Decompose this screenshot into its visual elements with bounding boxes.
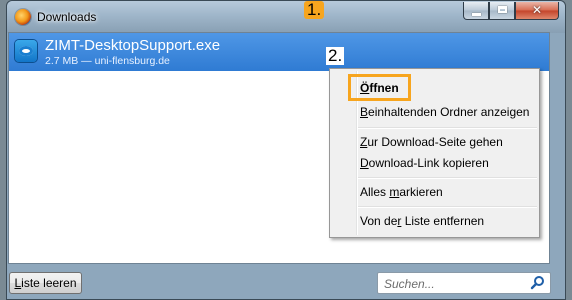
menu-item-copy-link-label: ownload-Link kopieren bbox=[368, 156, 489, 170]
firefox-icon bbox=[15, 9, 31, 25]
menu-item-show-folder-accel: B bbox=[360, 105, 369, 119]
close-button[interactable]: ✕ bbox=[515, 2, 559, 20]
menu-item-show-folder-label: einhaltenden Ordner anzeigen bbox=[368, 105, 530, 119]
maximize-button[interactable] bbox=[489, 2, 515, 20]
menu-separator bbox=[358, 177, 537, 179]
clear-list-button[interactable]: Liste leeren bbox=[9, 272, 82, 294]
menu-item-show-folder[interactable]: Beinhaltenden Ordner anzeigen bbox=[360, 105, 529, 119]
title-bar[interactable]: Downloads ✕ bbox=[7, 1, 565, 33]
download-item[interactable]: ZIMT-DesktopSupport.exe 2.7 MB — uni-fle… bbox=[9, 33, 549, 71]
footer-bar: Liste leeren bbox=[8, 264, 551, 300]
minimize-icon bbox=[472, 13, 481, 16]
download-meta: 2.7 MB — uni-flensburg.de bbox=[45, 55, 170, 67]
menu-item-copy-link[interactable]: Download-Link kopieren bbox=[360, 156, 489, 170]
step-2-annotation: 2. bbox=[326, 46, 345, 65]
menu-item-copy-link-accel: D bbox=[360, 156, 369, 170]
menu-item-remove[interactable]: Von der Liste entfernen bbox=[360, 214, 484, 228]
open-highlight-box bbox=[348, 74, 411, 101]
menu-item-select-all-accel: m bbox=[389, 185, 400, 199]
menu-item-goto-page[interactable]: Zur Download-Seite gehen bbox=[360, 135, 503, 149]
menu-item-remove-prefix: Von de bbox=[360, 214, 398, 228]
caption-buttons: ✕ bbox=[463, 2, 559, 22]
search-icon[interactable] bbox=[530, 275, 546, 291]
step-1-annotation: 1. bbox=[304, 1, 325, 19]
menu-item-select-all-prefix: Alles bbox=[360, 185, 390, 199]
download-file-name: ZIMT-DesktopSupport.exe bbox=[45, 37, 221, 54]
clear-list-label: iste leeren bbox=[21, 276, 77, 290]
menu-item-select-all[interactable]: Alles markieren bbox=[360, 185, 443, 199]
search-input[interactable] bbox=[382, 275, 526, 293]
menu-separator bbox=[358, 206, 537, 208]
close-icon: ✕ bbox=[531, 3, 543, 17]
menu-item-select-all-label: arkieren bbox=[399, 185, 443, 199]
menu-separator bbox=[358, 127, 537, 129]
teamviewer-file-icon bbox=[15, 40, 37, 62]
menu-item-remove-label: Liste entfernen bbox=[401, 214, 485, 228]
window-title: Downloads bbox=[37, 10, 97, 24]
search-box[interactable] bbox=[377, 272, 551, 294]
menu-item-goto-page-label: ur Download-Seite gehen bbox=[367, 135, 503, 149]
maximize-icon bbox=[498, 6, 507, 13]
minimize-button[interactable] bbox=[463, 2, 489, 20]
